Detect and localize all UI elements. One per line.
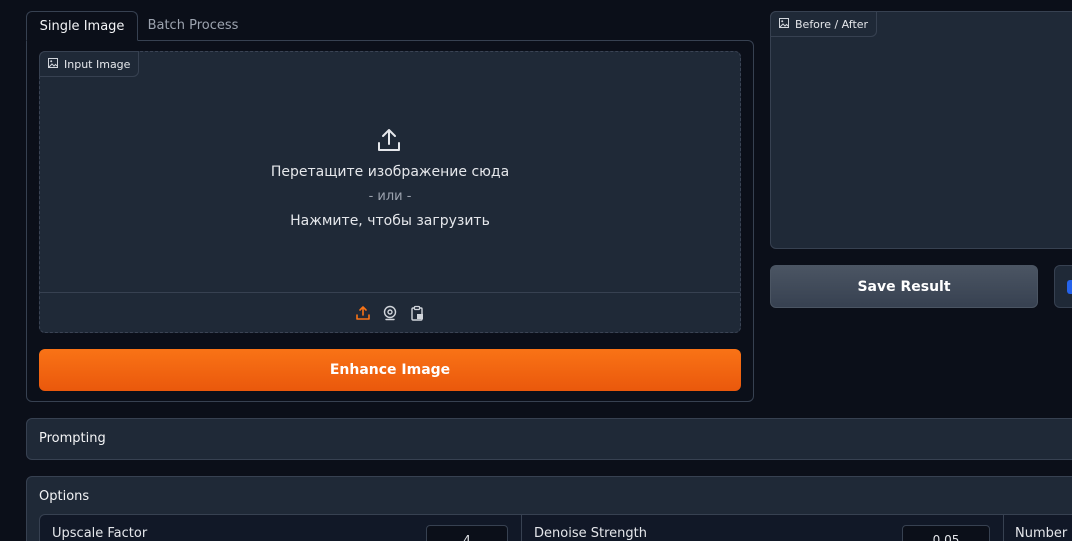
upscale-factor-label: Upscale Factor bbox=[52, 526, 148, 541]
prompting-accordion[interactable]: Prompting bbox=[26, 418, 1072, 460]
input-image-label-text: Input Image bbox=[64, 57, 131, 71]
options-row: Upscale Factor 4 Denoise Strength 0.05 N… bbox=[39, 514, 1072, 541]
option-checkbox[interactable] bbox=[1067, 280, 1072, 294]
image-icon bbox=[779, 17, 789, 31]
upscale-factor-input[interactable]: 4 bbox=[426, 525, 508, 541]
clipboard-icon[interactable] bbox=[409, 305, 426, 322]
prompting-title: Prompting bbox=[39, 431, 106, 446]
number-label: Number o bbox=[1015, 526, 1068, 541]
upload-icon bbox=[375, 126, 403, 154]
divider bbox=[1003, 515, 1004, 541]
option-checkbox-container bbox=[1054, 265, 1072, 308]
enhance-image-button[interactable]: Enhance Image bbox=[39, 349, 741, 391]
or-text: - или - bbox=[368, 189, 412, 204]
upload-toolbar bbox=[40, 292, 740, 333]
save-result-button[interactable]: Save Result bbox=[770, 265, 1038, 308]
before-after-panel: Before / After bbox=[770, 11, 1072, 249]
options-title: Options bbox=[39, 489, 90, 504]
image-icon bbox=[48, 57, 58, 71]
webcam-icon[interactable] bbox=[382, 305, 399, 322]
tab-single-image[interactable]: Single Image bbox=[26, 11, 138, 41]
drop-text: Перетащите изображение сюда bbox=[270, 164, 510, 180]
before-after-label-text: Before / After bbox=[795, 17, 869, 31]
click-to-upload-text: Нажмите, чтобы загрузить bbox=[290, 213, 490, 229]
tab-batch-process[interactable]: Batch Process bbox=[140, 11, 246, 41]
before-after-label: Before / After bbox=[770, 11, 878, 37]
input-image-label: Input Image bbox=[39, 51, 140, 77]
input-image-dropzone[interactable]: Input Image Перетащите изображение сюда … bbox=[39, 51, 741, 333]
denoise-strength-input[interactable]: 0.05 bbox=[902, 525, 990, 541]
upload-icon[interactable] bbox=[355, 305, 372, 322]
options-accordion[interactable]: Options Upscale Factor 4 Denoise Strengt… bbox=[26, 476, 1072, 541]
denoise-strength-label: Denoise Strength bbox=[534, 526, 647, 541]
divider bbox=[521, 515, 522, 541]
